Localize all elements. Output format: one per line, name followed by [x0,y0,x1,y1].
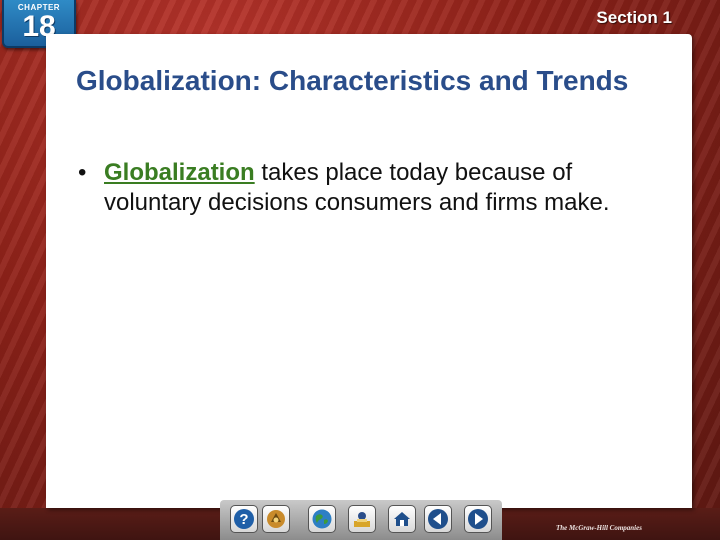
page-title: Globalization: Characteristics and Trend… [76,65,629,96]
reference-icon [354,512,370,527]
content-panel [46,34,692,508]
previous-button[interactable] [424,505,452,533]
reference-button[interactable] [348,505,376,533]
globe-icon [312,509,332,529]
resource-icon [267,510,285,528]
next-button[interactable] [464,505,492,533]
glossary-term-link[interactable]: Globalization [104,159,255,186]
arrow-right-icon [468,509,488,529]
globe-button[interactable] [308,505,336,533]
section-label: Section 1 [596,8,672,27]
home-icon [394,512,410,526]
bullet-list: • Globalization takes place today becaus… [78,158,638,218]
publisher-logo: The McGraw-Hill Companies [556,524,642,532]
home-button[interactable] [388,505,416,533]
question-icon: ? [234,509,254,529]
bullet-dot-icon: • [78,159,87,186]
resources-button[interactable] [262,505,290,533]
svg-text:?: ? [239,511,248,528]
help-button[interactable]: ? [230,505,258,533]
bullet-item: • Globalization takes place today becaus… [78,158,638,218]
arrow-left-icon [428,509,448,529]
